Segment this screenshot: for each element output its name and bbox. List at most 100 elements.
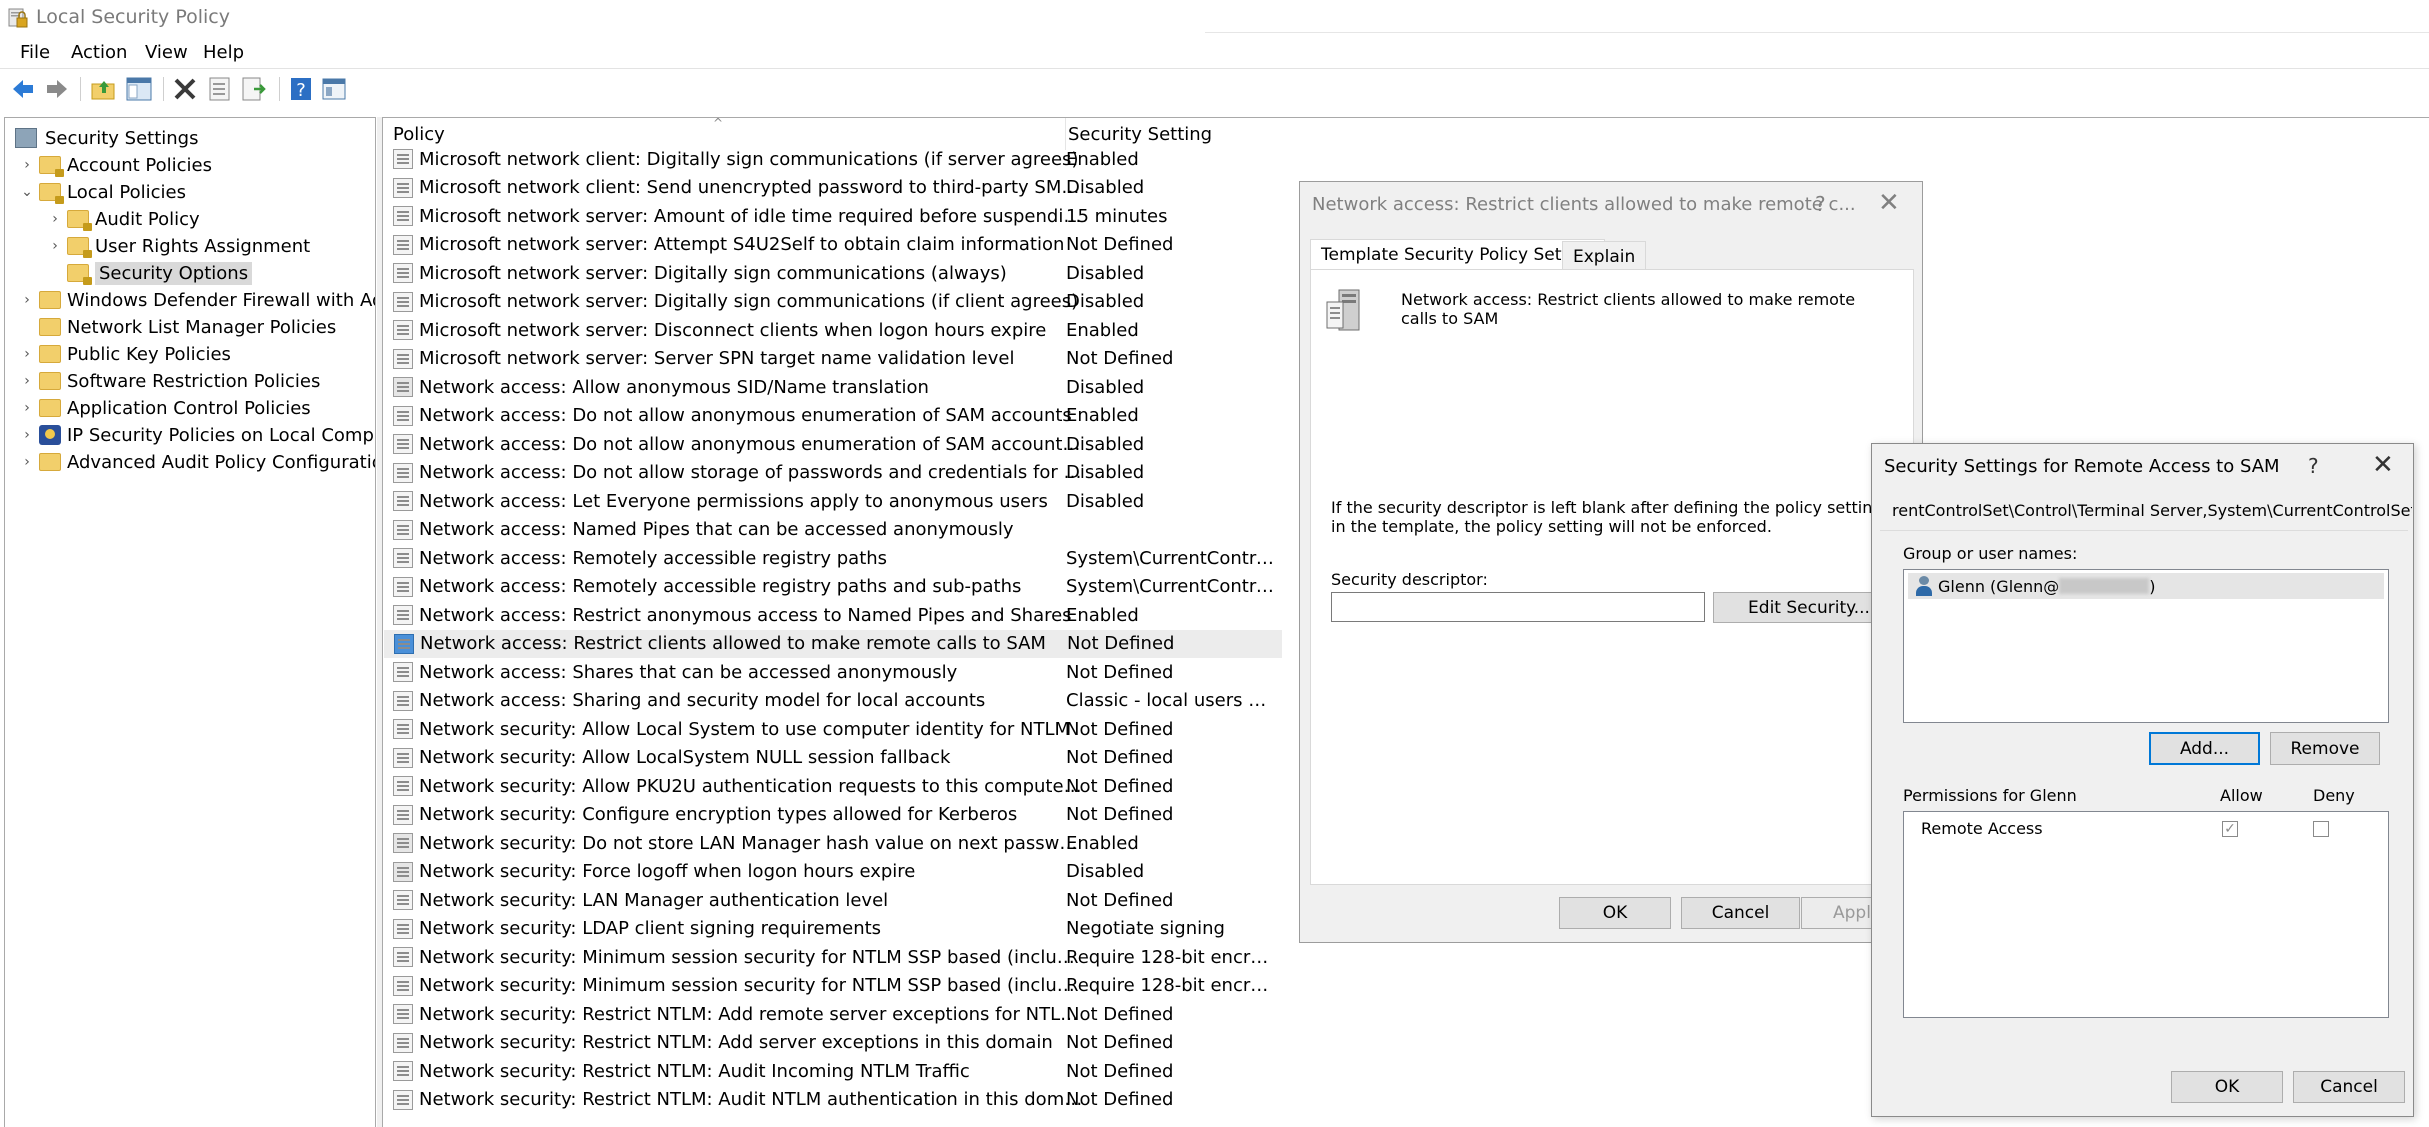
table-row[interactable]: Network security: Restrict NTLM: Add rem… xyxy=(383,1000,1283,1028)
table-row[interactable]: Network security: Force logoff when logo… xyxy=(383,858,1283,886)
table-row[interactable]: Network access: Do not allow anonymous e… xyxy=(383,430,1283,458)
title-bar: Local Security Policy xyxy=(0,0,2429,36)
permission-remote-access: Remote Access xyxy=(1921,819,2043,838)
tree-root-security-settings[interactable]: Security Settings xyxy=(15,125,198,151)
cancel-button[interactable]: Cancel xyxy=(2293,1071,2405,1103)
chevron-right-icon[interactable]: › xyxy=(47,211,63,227)
menu-view[interactable]: View xyxy=(145,42,188,63)
table-row[interactable]: Network access: Do not allow storage of … xyxy=(383,459,1283,487)
table-row[interactable]: Network security: Allow Local System to … xyxy=(383,715,1283,743)
tree-item-account-policies[interactable]: › Account Policies xyxy=(19,152,212,178)
table-row[interactable]: Network access: Do not allow anonymous e… xyxy=(383,402,1283,430)
table-row[interactable]: Network security: LAN Manager authentica… xyxy=(383,886,1283,914)
table-row[interactable]: Network access: Restrict clients allowed… xyxy=(384,629,1282,658)
help-icon[interactable]: ? xyxy=(1815,192,1826,216)
table-row[interactable]: Microsoft network server: Attempt S4U2Se… xyxy=(383,231,1283,259)
table-row[interactable]: Microsoft network server: Disconnect cli… xyxy=(383,316,1283,344)
tree-item-windows-defender-firewall[interactable]: › Windows Defender Firewall with Advance… xyxy=(19,287,375,313)
security-descriptor-field[interactable] xyxy=(1331,592,1705,622)
allow-checkbox[interactable]: ✓ xyxy=(2222,821,2238,837)
table-row[interactable]: Network security: Minimum session securi… xyxy=(383,943,1283,971)
properties-icon[interactable] xyxy=(206,75,234,103)
table-row[interactable]: Microsoft network client: Digitally sign… xyxy=(383,145,1283,173)
cancel-button[interactable]: Cancel xyxy=(1681,897,1800,929)
policy-setting: Not Defined xyxy=(1066,1032,1174,1053)
tree-item-public-key-policies[interactable]: › Public Key Policies xyxy=(19,341,231,367)
table-row[interactable]: Network access: Allow anonymous SID/Name… xyxy=(383,373,1283,401)
table-row[interactable]: Network access: Remotely accessible regi… xyxy=(383,544,1283,572)
tab-explain[interactable]: Explain xyxy=(1562,241,1647,271)
chevron-right-icon[interactable]: › xyxy=(19,373,35,389)
table-row[interactable]: Network security: Allow LocalSystem NULL… xyxy=(383,744,1283,772)
table-row[interactable]: Network access: Let Everyone permissions… xyxy=(383,487,1283,515)
tree-item-advanced-audit-policy[interactable]: › Advanced Audit Policy Configuration xyxy=(19,449,375,475)
chevron-right-icon[interactable]: › xyxy=(19,427,35,443)
locked-folder-icon xyxy=(39,183,64,204)
table-row[interactable]: Network access: Remotely accessible regi… xyxy=(383,573,1283,601)
table-row[interactable]: Network security: Restrict NTLM: Audit N… xyxy=(383,1086,1283,1114)
menu-help[interactable]: Help xyxy=(203,42,244,63)
redacted-text xyxy=(2059,578,2150,594)
table-row[interactable]: Network security: Allow PKU2U authentica… xyxy=(383,772,1283,800)
help-icon[interactable]: ? xyxy=(2308,454,2319,478)
chevron-down-icon[interactable]: ⌄ xyxy=(19,184,35,200)
tree-item-application-control[interactable]: › Application Control Policies xyxy=(19,395,310,421)
table-row[interactable]: Network security: Do not store LAN Manag… xyxy=(383,829,1283,857)
locked-folder-icon xyxy=(67,264,92,285)
export-list-icon[interactable] xyxy=(240,75,268,103)
policy-setting: Enabled xyxy=(1066,405,1139,426)
list-item-user-glenn[interactable]: Glenn (Glenn@) xyxy=(1908,573,2384,599)
chevron-right-icon[interactable]: › xyxy=(19,292,35,308)
table-row[interactable]: Microsoft network server: Digitally sign… xyxy=(383,259,1283,287)
close-icon[interactable]: ✕ xyxy=(2372,450,2394,480)
tree-item-security-options[interactable]: Security Options xyxy=(47,260,253,286)
tree-item-audit-policy[interactable]: › Audit Policy xyxy=(47,206,200,232)
back-arrow-icon[interactable] xyxy=(9,75,37,103)
policy-name: Network security: Configure encryption t… xyxy=(419,804,1018,825)
delete-icon[interactable] xyxy=(171,75,199,103)
tree-item-network-list-manager[interactable]: Network List Manager Policies xyxy=(19,314,336,340)
console-icon[interactable] xyxy=(320,75,348,103)
chevron-right-icon[interactable]: › xyxy=(19,346,35,362)
group-or-user-names-list[interactable]: Glenn (Glenn@) xyxy=(1903,569,2389,723)
table-row[interactable]: Network access: Shares that can be acces… xyxy=(383,658,1283,686)
folder-icon xyxy=(39,291,61,309)
deny-checkbox[interactable] xyxy=(2313,821,2329,837)
tree-item-user-rights-assignment[interactable]: › User Rights Assignment xyxy=(47,233,310,259)
add-button[interactable]: Add... xyxy=(2149,732,2260,765)
table-row[interactable]: Network security: Restrict NTLM: Audit I… xyxy=(383,1057,1283,1085)
chevron-right-icon[interactable]: › xyxy=(19,157,35,173)
policy-setting: Classic - local users authenticate as th… xyxy=(1066,690,1276,711)
menu-file[interactable]: File xyxy=(20,42,50,63)
tree-item-ip-security-policies[interactable]: › IP Security Policies on Local Computer xyxy=(19,422,375,448)
chevron-right-icon[interactable]: › xyxy=(47,238,63,254)
show-hide-tree-icon[interactable] xyxy=(125,75,153,103)
table-row[interactable]: Network security: Restrict NTLM: Add ser… xyxy=(383,1029,1283,1057)
table-row[interactable]: Network access: Restrict anonymous acces… xyxy=(383,601,1283,629)
policy-setting: Disabled xyxy=(1066,861,1145,882)
ok-button[interactable]: OK xyxy=(2171,1071,2283,1103)
tree-pane: Security Settings › Account Policies ⌄ L… xyxy=(4,117,376,1127)
table-row[interactable]: Network access: Named Pipes that can be … xyxy=(383,516,1283,544)
close-icon[interactable]: ✕ xyxy=(1878,188,1900,218)
chevron-right-icon[interactable]: › xyxy=(19,454,35,470)
remove-button[interactable]: Remove xyxy=(2270,732,2380,765)
table-row[interactable]: Microsoft network server: Digitally sign… xyxy=(383,288,1283,316)
ok-button[interactable]: OK xyxy=(1559,897,1671,929)
table-row[interactable]: Microsoft network server: Server SPN tar… xyxy=(383,345,1283,373)
security-policy-app-icon xyxy=(8,8,28,28)
tree-item-local-policies[interactable]: ⌄ Local Policies xyxy=(19,179,186,205)
menu-action[interactable]: Action xyxy=(71,42,127,63)
tree-item-software-restriction[interactable]: › Software Restriction Policies xyxy=(19,368,320,394)
chevron-right-icon[interactable]: › xyxy=(19,400,35,416)
table-row[interactable]: Microsoft network server: Amount of idle… xyxy=(383,202,1283,230)
table-row[interactable]: Microsoft network client: Send unencrypt… xyxy=(383,174,1283,202)
table-row[interactable]: Network security: Minimum session securi… xyxy=(383,972,1283,1000)
up-folder-icon[interactable] xyxy=(89,75,117,103)
forward-arrow-icon[interactable] xyxy=(43,75,71,103)
table-row[interactable]: Network security: LDAP client signing re… xyxy=(383,915,1283,943)
table-row[interactable]: Network security: Configure encryption t… xyxy=(383,801,1283,829)
table-row[interactable]: Network access: Sharing and security mod… xyxy=(383,687,1283,715)
help-icon[interactable]: ? xyxy=(287,75,315,103)
tab-panel: Network access: Restrict clients allowed… xyxy=(1310,269,1914,885)
